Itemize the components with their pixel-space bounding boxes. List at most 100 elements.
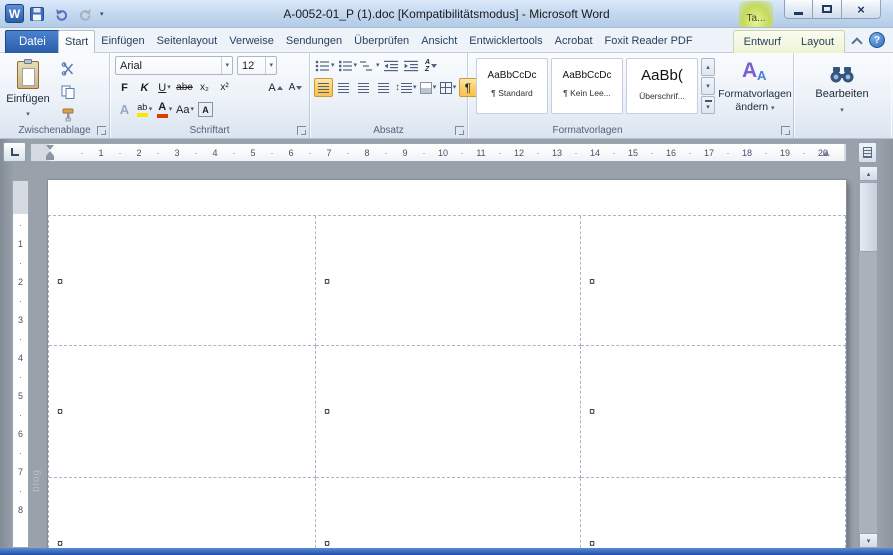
decrease-indent-button[interactable] bbox=[382, 56, 401, 75]
combo-dropdown-arrow: ▾ bbox=[265, 57, 276, 74]
sort-button[interactable]: AZ bbox=[422, 56, 441, 75]
tab-selector-button[interactable] bbox=[3, 142, 26, 162]
copy-button[interactable] bbox=[58, 82, 77, 101]
font-size-combo[interactable]: 12 ▾ bbox=[237, 56, 277, 75]
editing-button[interactable]: Bearbeiten ▾ bbox=[803, 57, 881, 129]
tab-entwicklertools[interactable]: Entwicklertools bbox=[463, 30, 548, 53]
end-of-cell-marker: ¤ bbox=[589, 276, 596, 288]
italic-button[interactable]: K bbox=[135, 78, 154, 97]
borders-button[interactable]: ▾ bbox=[439, 78, 458, 97]
style-gallery: AaBbCcDc ¶ Standard AaBbCcDc ¶ Kein Lee... A… bbox=[476, 58, 698, 114]
minimize-ribbon-chevron-icon[interactable] bbox=[851, 36, 863, 46]
subscript-button[interactable]: x₂ bbox=[195, 78, 214, 97]
line-spacing-icon: ↕ bbox=[395, 82, 400, 93]
table-cell-r3c3[interactable]: ¤ bbox=[581, 478, 846, 548]
style-preview: AaBbCcDc bbox=[562, 70, 612, 81]
first-line-indent-marker[interactable] bbox=[46, 145, 54, 150]
table-cell-r1c3[interactable]: ¤ bbox=[581, 216, 846, 346]
justify-button[interactable] bbox=[374, 78, 393, 97]
numbering-button[interactable]: ▾ bbox=[337, 56, 359, 75]
tab-start[interactable]: Start bbox=[58, 30, 96, 54]
tab-sendungen[interactable]: Sendungen bbox=[280, 30, 348, 53]
styles-scroll-down-button[interactable]: ▾ bbox=[701, 77, 715, 95]
character-border-button[interactable]: A bbox=[196, 100, 215, 119]
view-ruler-toggle-button[interactable] bbox=[858, 142, 877, 163]
align-left-button[interactable] bbox=[314, 78, 333, 97]
watermark-text: blog bbox=[31, 469, 42, 492]
scroll-up-button[interactable]: ▴ bbox=[859, 166, 878, 181]
underline-button[interactable]: U ▾ bbox=[155, 78, 174, 97]
tab-layout[interactable]: Layout bbox=[791, 31, 844, 54]
styles-dialog-launcher-icon[interactable] bbox=[781, 126, 790, 135]
table-cell-r3c1[interactable]: ¤ bbox=[49, 478, 316, 548]
highlight-button[interactable]: ab ▾ bbox=[135, 100, 154, 119]
bullet-list-icon bbox=[315, 60, 329, 71]
format-painter-icon bbox=[62, 108, 73, 121]
align-center-button[interactable] bbox=[334, 78, 353, 97]
help-button[interactable]: ? bbox=[869, 32, 885, 48]
multilevel-list-button[interactable]: ▾ bbox=[359, 56, 381, 75]
table-cell-r3c2[interactable]: ¤ bbox=[316, 478, 581, 548]
superscript-button[interactable]: x² bbox=[215, 78, 234, 97]
strikethrough-button[interactable]: abe bbox=[175, 78, 194, 97]
table-cell-r1c2[interactable]: ¤ bbox=[316, 216, 581, 346]
style-item-kein-lee[interactable]: AaBbCcDc ¶ Kein Lee... bbox=[551, 58, 623, 114]
font-color-button[interactable]: A ▾ bbox=[155, 100, 174, 119]
table-cell-r1c1[interactable]: ¤ bbox=[49, 216, 316, 346]
tab-datei[interactable]: Datei bbox=[5, 30, 60, 53]
tab-acrobat[interactable]: Acrobat bbox=[549, 30, 599, 53]
font-dialog-launcher-icon[interactable] bbox=[297, 126, 306, 135]
style-item-berschrif[interactable]: AaBb(Überschrif... bbox=[626, 58, 698, 114]
table-cell-r2c3[interactable]: ¤ bbox=[581, 346, 846, 478]
style-item-standard[interactable]: AaBbCcDc ¶ Standard bbox=[476, 58, 548, 114]
tab-berpr-fen[interactable]: Überprüfen bbox=[348, 30, 415, 53]
group-font: Arial ▾ 12 ▾ F K U ▾ abe x₂ x² A A A ab … bbox=[110, 53, 310, 138]
table-cell-r2c1[interactable]: ¤ bbox=[49, 346, 316, 478]
styles-scroll-up-button[interactable]: ▴ bbox=[701, 58, 715, 76]
justify-icon bbox=[378, 82, 389, 93]
minimize-button[interactable] bbox=[784, 0, 813, 19]
bold-button[interactable]: F bbox=[115, 78, 134, 97]
v-ruler[interactable]: · 1 · 2 · 3 · 4 · 5 · 6 · 7 · 8 bbox=[12, 180, 29, 548]
maximize-button[interactable] bbox=[813, 0, 842, 19]
shading-button[interactable]: ▾ bbox=[419, 78, 438, 97]
line-spacing-button[interactable]: ↕ ▾ bbox=[394, 78, 418, 97]
h-ruler[interactable]: · 1 · 2 · 3 · 4 · 5 · 6 · 7 · 8 · 9 · 10 · 11 · 12 · 13 · 14 · 15 · 16 ·… bbox=[30, 143, 847, 162]
paste-button[interactable]: Einfügen ▾ bbox=[4, 55, 52, 123]
cut-button[interactable] bbox=[58, 59, 77, 78]
style-name: Überschrif... bbox=[639, 91, 685, 101]
tab-seitenlayout[interactable]: Seitenlayout bbox=[151, 30, 224, 53]
document-page[interactable]: ¤ ¤ ¤ ¤ ¤ ¤ ¤ ¤ ¤ bbox=[48, 180, 846, 548]
increase-indent-icon bbox=[404, 60, 419, 71]
increase-indent-button[interactable] bbox=[402, 56, 421, 75]
scroll-down-button[interactable]: ▾ bbox=[859, 533, 878, 548]
styles-gallery-more-button[interactable]: ▾ bbox=[701, 96, 715, 114]
change-styles-button[interactable]: AA Formatvorlagen ändern ▾ bbox=[718, 56, 792, 128]
font-family-combo[interactable]: Arial ▾ bbox=[115, 56, 233, 75]
change-case-button[interactable]: Aa ▾ bbox=[175, 100, 195, 119]
table-cell-r2c2[interactable]: ¤ bbox=[316, 346, 581, 478]
tab-foxit-reader-pdf[interactable]: Foxit Reader PDF bbox=[599, 30, 699, 53]
left-indent-marker[interactable] bbox=[46, 156, 54, 160]
table-tools-group-glow: Ta... bbox=[739, 1, 773, 27]
close-button[interactable]: × bbox=[842, 0, 881, 19]
tab-ansicht[interactable]: Ansicht bbox=[415, 30, 463, 53]
text-effects-button[interactable]: A bbox=[115, 100, 134, 119]
end-of-cell-marker: ¤ bbox=[57, 538, 64, 548]
clipboard-dialog-launcher-icon[interactable] bbox=[97, 126, 106, 135]
scrollbar-thumb[interactable] bbox=[859, 182, 878, 252]
scissors-icon bbox=[61, 61, 73, 76]
group-label-clipboard: Zwischenablage bbox=[18, 125, 91, 136]
multilevel-dropdown-arrow: ▾ bbox=[376, 62, 380, 69]
vertical-scrollbar[interactable]: ▴ ▾ bbox=[858, 166, 878, 548]
format-painter-button[interactable] bbox=[58, 105, 77, 124]
grow-font-button[interactable]: A bbox=[266, 78, 285, 97]
align-right-button[interactable] bbox=[354, 78, 373, 97]
paragraph-dialog-launcher-icon[interactable] bbox=[455, 126, 464, 135]
align-center-icon bbox=[338, 82, 349, 93]
shrink-font-button[interactable]: A bbox=[286, 78, 305, 97]
tab-verweise[interactable]: Verweise bbox=[223, 30, 280, 53]
tab-entwurf[interactable]: Entwurf bbox=[734, 31, 791, 54]
tab-einf-gen[interactable]: Einfügen bbox=[95, 30, 150, 53]
bullets-button[interactable]: ▾ bbox=[314, 56, 336, 75]
